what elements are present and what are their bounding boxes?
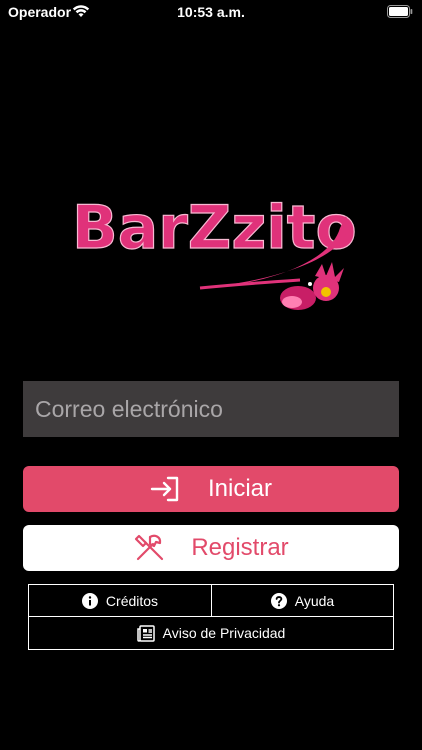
- info-circle-icon: [81, 592, 98, 609]
- document-icon: [136, 624, 155, 642]
- credits-link[interactable]: Créditos: [28, 584, 212, 617]
- help-label: Ayuda: [294, 592, 335, 609]
- register-label: Registrar: [191, 534, 289, 561]
- login-button[interactable]: Iniciar: [23, 466, 399, 512]
- help-link[interactable]: Ayuda: [211, 584, 394, 617]
- logo-wordmark: BarZzito: [72, 193, 357, 263]
- status-time: 10:53 a.m.: [177, 4, 245, 20]
- register-button[interactable]: Registrar: [23, 525, 399, 571]
- privacy-notice-link[interactable]: Aviso de Privacidad: [28, 616, 394, 650]
- sign-in-icon: [150, 475, 194, 503]
- privacy-notice-label: Aviso de Privacidad: [162, 625, 286, 641]
- tools-icon: [133, 533, 179, 563]
- status-bar: Operador 10:53 a.m.: [0, 0, 422, 26]
- barzzito-logo: BarZzito: [60, 180, 360, 325]
- question-circle-icon: [270, 592, 287, 609]
- credits-label: Créditos: [105, 592, 159, 609]
- battery-icon: [387, 5, 413, 18]
- login-label: Iniciar: [207, 475, 273, 502]
- email-field[interactable]: [23, 381, 399, 437]
